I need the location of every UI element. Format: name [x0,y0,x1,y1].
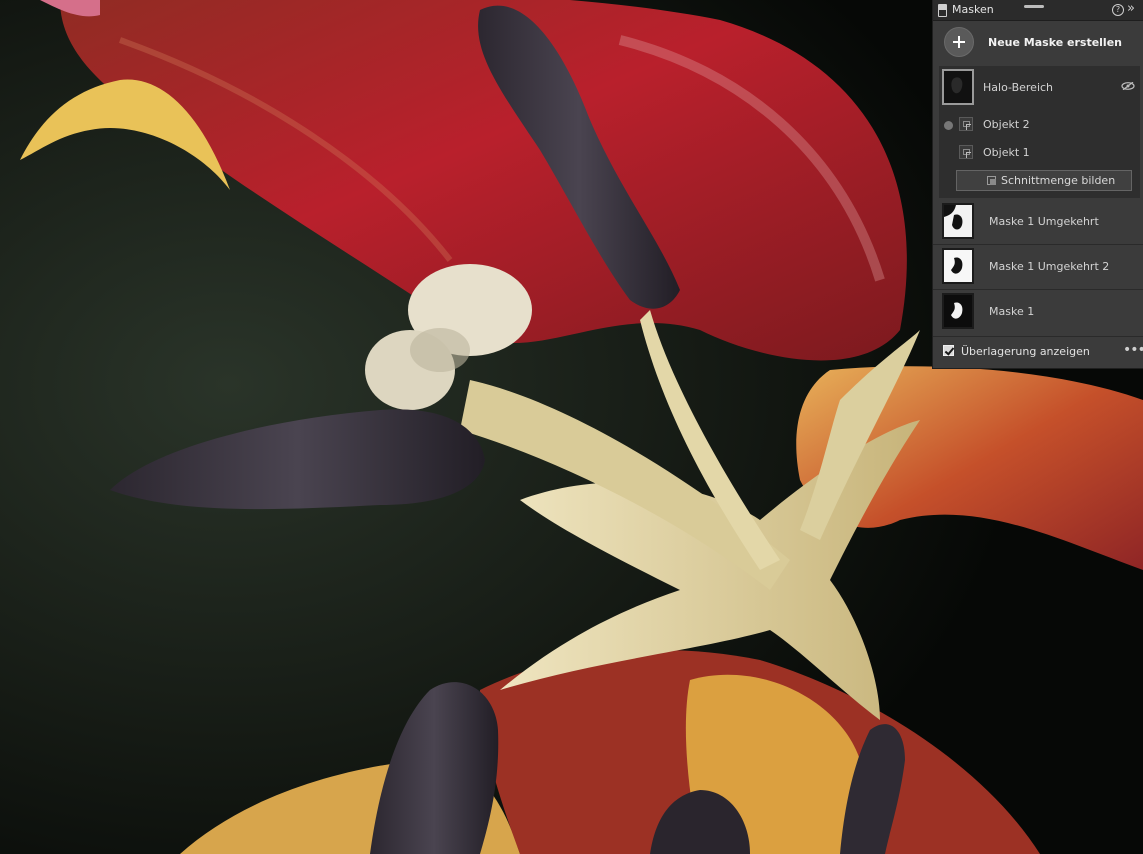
panel-doc-icon [938,4,947,17]
component-label: Objekt 1 [983,146,1030,159]
help-icon[interactable]: ? [1112,4,1124,16]
component-row-objekt-1[interactable]: Objekt 1 [939,142,1140,164]
collapse-panel-icon[interactable]: » [1127,1,1135,16]
panel-titlebar[interactable]: Masken ? » [933,0,1143,21]
panel-footer: Überlagerung anzeigen ••• [933,337,1143,368]
mask-row-maske-1-umgekehrt[interactable]: Maske 1 Umgekehrt [933,201,1134,243]
mask-row-halo-bereich[interactable]: Halo-Bereich [939,66,1140,110]
new-mask-label: Neue Maske erstellen [988,36,1122,49]
divider [933,244,1143,245]
mask-thumbnail[interactable] [942,69,974,105]
mask-row-maske-1[interactable]: Maske 1 [933,291,1134,333]
mask-row-maske-1-umgekehrt-2[interactable]: Maske 1 Umgekehrt 2 [933,246,1134,288]
mask-name: Maske 1 Umgekehrt [989,215,1099,228]
mask-thumbnail[interactable] [942,248,974,284]
new-mask-button[interactable]: Neue Maske erstellen [933,22,1143,64]
mask-thumbnail[interactable] [942,203,974,239]
mask-name: Halo-Bereich [983,81,1054,94]
component-label: Objekt 2 [983,118,1030,131]
stigma-shadow [410,328,470,372]
panel-title: Masken [952,3,994,16]
mask-name: Maske 1 [989,305,1035,318]
eye-slash-icon[interactable] [1121,82,1135,90]
mask-thumbnail[interactable] [942,293,974,329]
drag-grip-icon[interactable] [1024,5,1044,8]
plus-circle-icon[interactable] [944,27,974,57]
select-subject-icon [959,117,973,131]
photo-canvas[interactable]: Masken ? » Neue Maske erstellen Halo-Ber… [0,0,1143,854]
intersect-mode-icon[interactable] [944,121,953,130]
intersect-button[interactable]: Schnittmenge bilden [956,170,1132,191]
component-row-objekt-2[interactable]: Objekt 2 [939,114,1140,136]
more-options-icon[interactable]: ••• [1123,342,1143,358]
mask-group-halo: Halo-Bereich Objekt 2 Objekt 1 Schnittme [939,66,1140,198]
select-subject-icon [959,145,973,159]
intersect-icon [987,176,996,185]
divider [933,289,1143,290]
overlay-label[interactable]: Überlagerung anzeigen [961,345,1090,358]
masks-panel: Masken ? » Neue Maske erstellen Halo-Ber… [932,0,1143,369]
intersect-label: Schnittmenge bilden [1001,174,1116,187]
checkbox-icon[interactable] [943,345,954,356]
mask-name: Maske 1 Umgekehrt 2 [989,260,1110,273]
